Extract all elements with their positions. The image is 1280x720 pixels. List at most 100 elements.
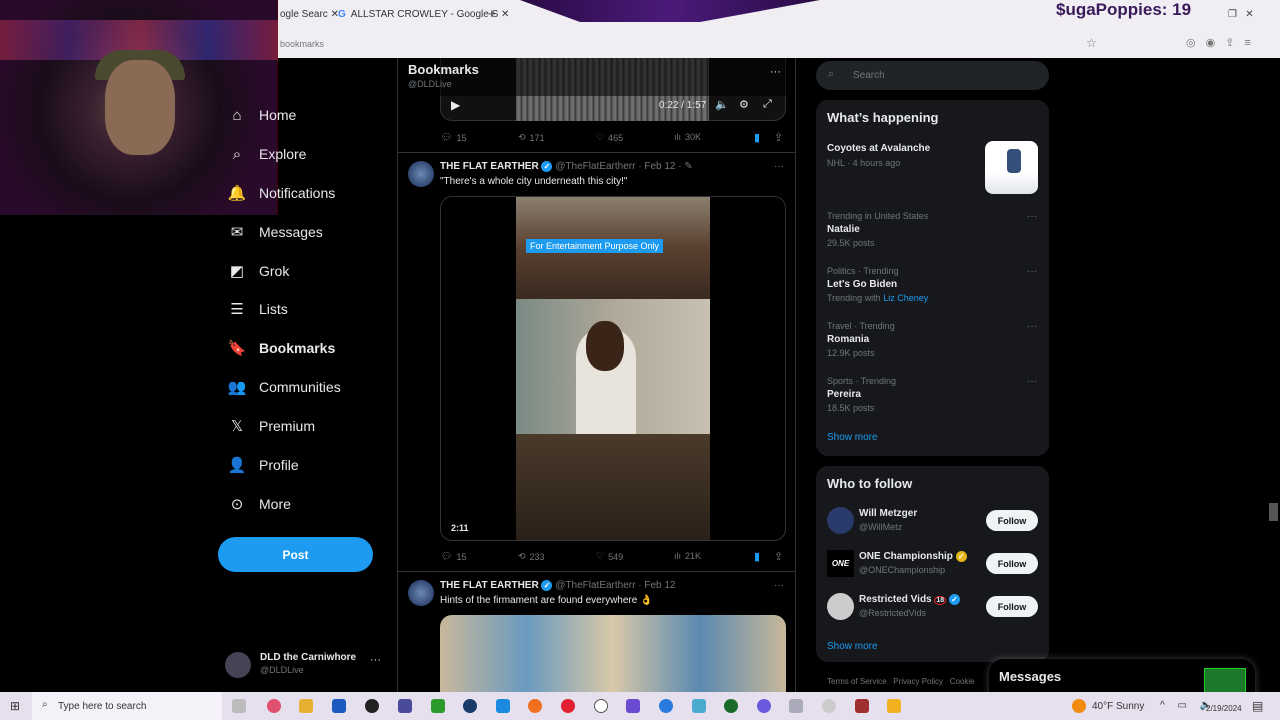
- address-bar[interactable]: bookmarks ☆ ◎◉⇪≡: [278, 33, 1280, 55]
- window-controls[interactable]: ❐ ✕: [1228, 9, 1254, 20]
- more-icon: ···: [370, 654, 381, 666]
- xbox-icon[interactable]: [431, 699, 445, 713]
- nav-premium[interactable]: 𝕏 Premium: [218, 411, 315, 441]
- follow-suggestion[interactable]: ONE ONE Championship ✓ @ONEChampionship …: [816, 547, 1049, 581]
- app-icon[interactable]: [267, 699, 281, 713]
- show-more-link[interactable]: Show more: [827, 432, 878, 443]
- file-explorer-icon[interactable]: [299, 699, 313, 713]
- task-view-icon[interactable]: [232, 699, 246, 713]
- app-icon[interactable]: [822, 699, 836, 713]
- like-button[interactable]: ♡ 549: [596, 551, 623, 562]
- app-icon[interactable]: [789, 699, 803, 713]
- app-icon[interactable]: [365, 699, 379, 713]
- trend-item[interactable]: Sports · Trending Pereira 18.5K posts: [827, 376, 1037, 413]
- taskbar-search[interactable]: ⌕ Type here to search: [32, 692, 222, 720]
- video-player[interactable]: For Entertainment Purpose Only 2:11: [440, 196, 786, 541]
- reply-button[interactable]: 💬︎ 15: [441, 551, 466, 562]
- toolbar-icons[interactable]: ◎◉⇪≡: [1186, 36, 1261, 49]
- app-icon[interactable]: [398, 699, 412, 713]
- trend-item[interactable]: Travel · Trending Romania 12.9K posts: [827, 321, 1037, 358]
- follow-button[interactable]: Follow: [986, 510, 1038, 531]
- bookmark-icon[interactable]: ▮: [754, 550, 760, 563]
- app-icon[interactable]: [887, 699, 901, 713]
- show-more-link[interactable]: Show more: [827, 641, 878, 652]
- steam-icon[interactable]: [463, 699, 477, 713]
- tweet-image[interactable]: [440, 615, 786, 692]
- settings-icon[interactable]: ⚙: [739, 98, 749, 111]
- retweet-button[interactable]: ⟲ 233: [518, 551, 545, 562]
- app-icon[interactable]: [332, 699, 346, 713]
- star-icon[interactable]: ☆: [1086, 36, 1097, 50]
- trend-posts: 12.9K posts: [827, 348, 875, 358]
- trend-item[interactable]: Trending in United States Natalie 29.5K po…: [827, 211, 1037, 248]
- footer-link[interactable]: Cookie: [950, 677, 975, 686]
- firefox-icon[interactable]: [528, 699, 542, 713]
- follow-button[interactable]: Follow: [986, 596, 1038, 617]
- age-badge: 18: [934, 596, 947, 606]
- views-button[interactable]: ılı 30K: [674, 132, 701, 142]
- nav-explore[interactable]: ⌕ Explore: [218, 139, 307, 169]
- author-avatar[interactable]: [408, 161, 434, 187]
- mail-icon[interactable]: [496, 699, 510, 713]
- scrollbar[interactable]: [1269, 503, 1278, 521]
- footer-link[interactable]: Privacy Policy: [893, 677, 943, 686]
- nav-messages[interactable]: ✉ Messages: [218, 217, 323, 247]
- count: 15: [456, 551, 467, 562]
- app-icon[interactable]: [626, 699, 640, 713]
- app-icon[interactable]: [724, 699, 738, 713]
- nav-profile[interactable]: 👤 Profile: [218, 450, 299, 480]
- play-icon[interactable]: ▶: [451, 98, 460, 112]
- user-handle: @WillMetz: [859, 522, 903, 532]
- more-icon[interactable]: ···: [770, 66, 781, 78]
- retweet-button[interactable]: ⟲ 171: [518, 132, 545, 143]
- author-avatar[interactable]: [408, 580, 434, 606]
- fullscreen-icon[interactable]: ⤢: [763, 98, 772, 111]
- more-icon[interactable]: ···: [1027, 211, 1037, 222]
- search-input[interactable]: ⌕ Search: [816, 61, 1049, 90]
- tweet-author[interactable]: THE FLAT EARTHER ✓ @TheFlatEartherr · Fe…: [440, 580, 675, 591]
- post-button[interactable]: Post: [218, 537, 373, 572]
- more-icon[interactable]: ···: [1027, 376, 1037, 387]
- windows-start-icon[interactable]: ⊞: [10, 699, 20, 713]
- notifications-icon[interactable]: ▤: [1252, 699, 1263, 713]
- nav-label: Explore: [259, 146, 307, 162]
- x-icon: 𝕏: [230, 418, 244, 435]
- tab-google-search[interactable]: ogle Searc ✕: [280, 9, 339, 20]
- more-icon[interactable]: ···: [1027, 266, 1037, 277]
- follow-suggestion[interactable]: Restricted Vids 18 ✓ @RestrictedVids Fol…: [816, 590, 1049, 624]
- tab-allstar-crowley[interactable]: G ALLSTAR CROWLEY - Google S ✕: [338, 9, 509, 20]
- app-icon[interactable]: [692, 699, 706, 713]
- share-icon[interactable]: ⇪: [774, 131, 783, 144]
- more-icon[interactable]: ···: [774, 161, 784, 172]
- nav-communities[interactable]: 👥 Communities: [218, 372, 341, 402]
- views-button[interactable]: ılı 21K: [674, 551, 701, 561]
- follow-suggestion[interactable]: Will Metzger @WillMetz Follow: [816, 504, 1049, 538]
- trend-link[interactable]: Liz Cheney: [883, 293, 928, 303]
- nav-home[interactable]: ⌂ Home: [218, 100, 296, 130]
- share-icon[interactable]: ⇪: [774, 550, 783, 563]
- footer-link[interactable]: Terms of Service: [827, 677, 887, 686]
- trend-item[interactable]: Politics · Trending Let's Go Biden Trendin…: [827, 266, 1037, 303]
- bookmark-icon[interactable]: ▮: [754, 131, 760, 144]
- reply-button[interactable]: 💬︎ 15: [441, 132, 466, 143]
- tweet-author[interactable]: THE FLAT EARTHER ✓ @TheFlatEartherr · Fe…: [440, 161, 693, 172]
- volume-icon[interactable]: 🔈: [715, 98, 729, 111]
- clock-icon[interactable]: [594, 699, 608, 713]
- nav-notifications[interactable]: 🔔 Notifications: [218, 178, 336, 208]
- app-icon[interactable]: [561, 699, 575, 713]
- discord-icon[interactable]: [757, 699, 771, 713]
- nav-grok[interactable]: ◩ Grok: [218, 256, 289, 286]
- account-switcher[interactable]: DLD the Carniwhore @DLDLive ···: [225, 650, 385, 680]
- more-icon[interactable]: ···: [1027, 321, 1037, 332]
- nav-more[interactable]: ⊙ More: [218, 489, 291, 519]
- nav-lists[interactable]: ☰ Lists: [218, 294, 288, 324]
- follow-button[interactable]: Follow: [986, 553, 1038, 574]
- nav-bookmarks[interactable]: 🔖 Bookmarks: [218, 333, 336, 363]
- weather-text[interactable]: 40°F Sunny: [1092, 701, 1144, 712]
- app-icon[interactable]: [659, 699, 673, 713]
- list-icon: ☰: [230, 301, 244, 318]
- more-icon[interactable]: ···: [774, 580, 784, 591]
- winrar-icon[interactable]: [855, 699, 869, 713]
- like-button[interactable]: ♡ 465: [596, 132, 623, 143]
- new-tab-button[interactable]: +: [488, 6, 496, 21]
